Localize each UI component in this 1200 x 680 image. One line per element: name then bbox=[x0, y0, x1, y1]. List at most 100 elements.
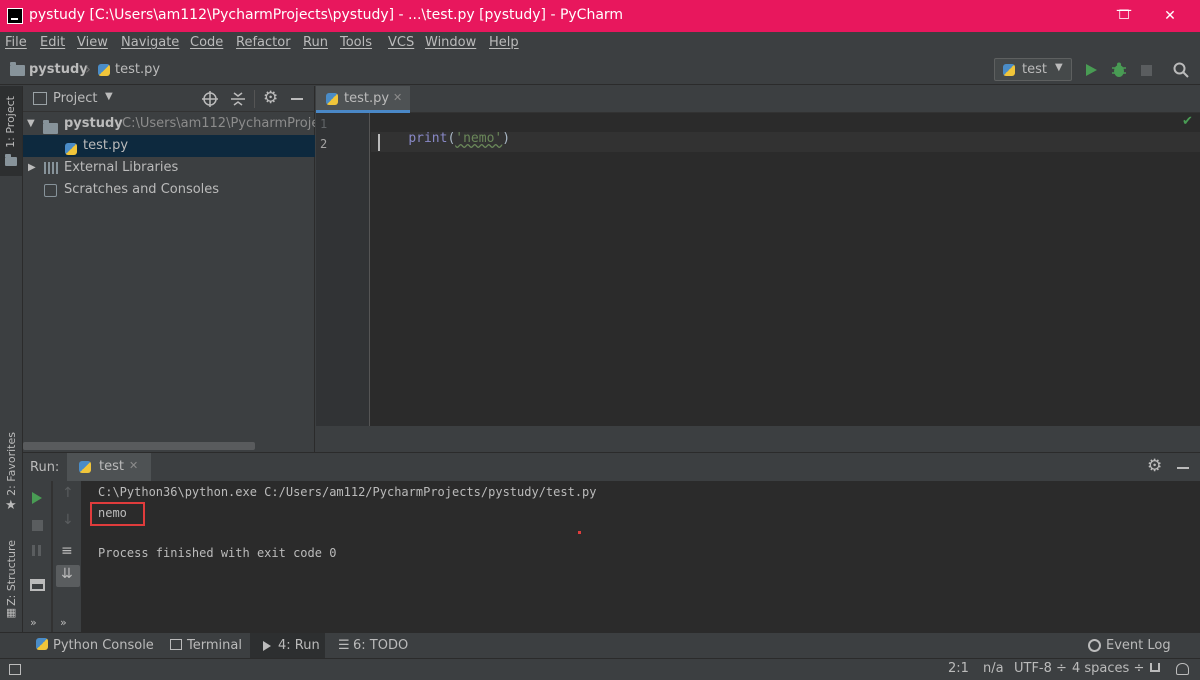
more-icon[interactable]: » bbox=[60, 616, 67, 629]
structure-tab[interactable]: Z: Structure bbox=[5, 540, 18, 606]
tree-external-libraries: External Libraries bbox=[64, 160, 179, 175]
folder-icon bbox=[5, 154, 17, 169]
hide-panel-icon[interactable] bbox=[291, 98, 303, 100]
run-icon[interactable] bbox=[1084, 63, 1098, 77]
run-panel-header: Run: test ✕ ⚙ bbox=[23, 453, 1200, 481]
arrow-down-icon[interactable]: ↓ bbox=[62, 512, 74, 528]
run-config-name: test bbox=[1022, 62, 1047, 77]
menu-help[interactable]: Help bbox=[489, 35, 519, 50]
python-file-icon bbox=[98, 64, 110, 79]
project-panel: Project ▼ ⚙ ▼ pystudy C:\Users\am112\Pyc… bbox=[23, 86, 315, 452]
menu-tools[interactable]: Tools bbox=[340, 35, 372, 50]
code-function: print bbox=[408, 131, 448, 146]
menu-edit[interactable]: Edit bbox=[40, 35, 65, 50]
run-toolbar-right: ↑ ↓ ≡ ⇊ » bbox=[53, 481, 81, 633]
tree-root-row[interactable]: ▼ pystudy C:\Users\am112\PycharmProjects… bbox=[23, 113, 315, 135]
gear-icon[interactable]: ⚙ bbox=[263, 88, 278, 108]
tree-scratches: Scratches and Consoles bbox=[64, 182, 220, 197]
run-icon bbox=[263, 641, 271, 651]
scroll-to-end-icon: ⇊ bbox=[61, 566, 73, 582]
chevron-right-icon[interactable]: ▶ bbox=[28, 157, 36, 179]
more-icon[interactable]: » bbox=[30, 616, 37, 629]
menu-file[interactable]: File bbox=[5, 35, 27, 50]
chevron-down-icon[interactable]: ▼ bbox=[27, 113, 35, 135]
todo-icon: ☰ bbox=[338, 638, 350, 653]
pause-icon-bar bbox=[38, 545, 41, 556]
tree-external-libraries-row[interactable]: ▶ External Libraries bbox=[23, 157, 315, 179]
chevron-down-icon[interactable]: ▼ bbox=[105, 91, 113, 102]
breadcrumb-file[interactable]: test.py bbox=[115, 62, 160, 77]
gear-icon[interactable]: ⚙ bbox=[1147, 456, 1162, 476]
stop-icon[interactable] bbox=[1141, 65, 1152, 76]
arrow-up-icon[interactable]: ↑ bbox=[62, 485, 74, 501]
close-tab-icon[interactable]: ✕ bbox=[129, 459, 138, 472]
line-number-gutter: 1 2 bbox=[316, 113, 370, 426]
editor-tab-test-py[interactable]: test.py ✕ bbox=[316, 86, 410, 113]
debug-icon[interactable] bbox=[1111, 62, 1127, 78]
layout-icon[interactable] bbox=[30, 579, 45, 591]
event-log-icon bbox=[1088, 639, 1101, 652]
code-line-1[interactable]: print('nemo') bbox=[377, 116, 510, 161]
window-title: pystudy [C:\Users\am112\PycharmProjects\… bbox=[29, 7, 624, 23]
favorites-tab[interactable]: 2: Favorites bbox=[5, 432, 18, 496]
menu-view[interactable]: View bbox=[77, 35, 108, 50]
python-file-icon bbox=[326, 93, 338, 108]
menu-bar: File Edit View Navigate Code Refactor Ru… bbox=[0, 32, 1200, 55]
tree-file-row[interactable]: test.py bbox=[23, 135, 315, 157]
code-paren: ) bbox=[502, 131, 511, 146]
menu-window[interactable]: Window bbox=[425, 35, 476, 50]
todo-tab[interactable]: 6: TODO bbox=[353, 638, 408, 653]
menu-refactor[interactable]: Refactor bbox=[236, 35, 291, 50]
stop-icon[interactable] bbox=[32, 520, 43, 531]
horizontal-scrollbar[interactable] bbox=[23, 442, 255, 450]
status-bar: 2:1 n/a UTF-8 ÷ 4 spaces ÷ bbox=[0, 658, 1200, 680]
indent-setting[interactable]: 4 spaces ÷ bbox=[1072, 661, 1144, 676]
editor-tab-label: test.py bbox=[344, 91, 390, 106]
terminal-tab[interactable]: Terminal bbox=[187, 638, 242, 653]
run-tool-tab[interactable]: 4: Run bbox=[250, 633, 325, 658]
lock-icon[interactable] bbox=[1150, 663, 1160, 672]
run-config-selector[interactable]: test ▼ bbox=[994, 58, 1072, 81]
scroll-to-end-button[interactable]: ⇊ bbox=[56, 565, 80, 587]
editor-area: test.py ✕ 1 2 print('nemo') ✔ bbox=[316, 86, 1200, 426]
close-button[interactable]: ✕ bbox=[1147, 0, 1193, 32]
scratches-icon bbox=[44, 184, 57, 197]
breadcrumb-separator-icon: › bbox=[85, 60, 91, 78]
breadcrumb-project[interactable]: pystudy bbox=[29, 62, 88, 77]
toggle-tool-windows-icon[interactable] bbox=[9, 664, 21, 675]
search-icon[interactable] bbox=[1173, 62, 1189, 78]
caret-position[interactable]: 2:1 bbox=[948, 661, 969, 676]
python-console-tab[interactable]: Python Console bbox=[53, 638, 154, 653]
menu-run[interactable]: Run bbox=[303, 35, 328, 50]
file-encoding[interactable]: UTF-8 ÷ bbox=[1014, 661, 1067, 676]
maximize-button[interactable]: ☐ bbox=[1101, 0, 1147, 32]
close-tab-icon[interactable]: ✕ bbox=[393, 91, 402, 104]
project-panel-title[interactable]: Project bbox=[53, 91, 97, 106]
run-exit-message: Process finished with exit code 0 bbox=[98, 546, 337, 560]
event-log-tab[interactable]: Event Log bbox=[1106, 638, 1171, 653]
line-separator[interactable]: n/a bbox=[983, 661, 1004, 676]
project-tab-stripe[interactable]: 1: Project bbox=[0, 86, 22, 176]
run-command: C:\Python36\python.exe C:/Users/am112/Py… bbox=[98, 485, 597, 499]
tree-scratches-row[interactable]: Scratches and Consoles bbox=[23, 179, 315, 201]
run-tab-test[interactable]: test ✕ bbox=[67, 453, 151, 481]
divider bbox=[254, 90, 255, 108]
hide-panel-icon[interactable] bbox=[1177, 467, 1189, 469]
menu-code[interactable]: Code bbox=[190, 35, 223, 50]
folder-icon bbox=[43, 119, 58, 135]
chevron-down-icon: ▼ bbox=[1055, 62, 1063, 73]
pycharm-logo-icon bbox=[7, 8, 23, 24]
pause-icon[interactable] bbox=[32, 545, 35, 556]
inspection-ok-icon[interactable]: ✔ bbox=[1182, 114, 1193, 129]
menu-vcs[interactable]: VCS bbox=[388, 35, 414, 50]
collapse-all-icon[interactable] bbox=[230, 91, 246, 107]
python-console-icon bbox=[36, 638, 48, 653]
locate-file-icon[interactable] bbox=[202, 91, 218, 107]
red-dot bbox=[578, 531, 581, 534]
navigation-bar: pystudy › test.py test ▼ bbox=[0, 55, 1200, 85]
menu-navigate[interactable]: Navigate bbox=[121, 35, 179, 50]
rerun-icon[interactable] bbox=[31, 491, 43, 505]
run-output: nemo bbox=[98, 506, 127, 520]
soft-wrap-icon[interactable]: ≡ bbox=[61, 543, 73, 559]
inspector-icon[interactable] bbox=[1176, 663, 1189, 675]
